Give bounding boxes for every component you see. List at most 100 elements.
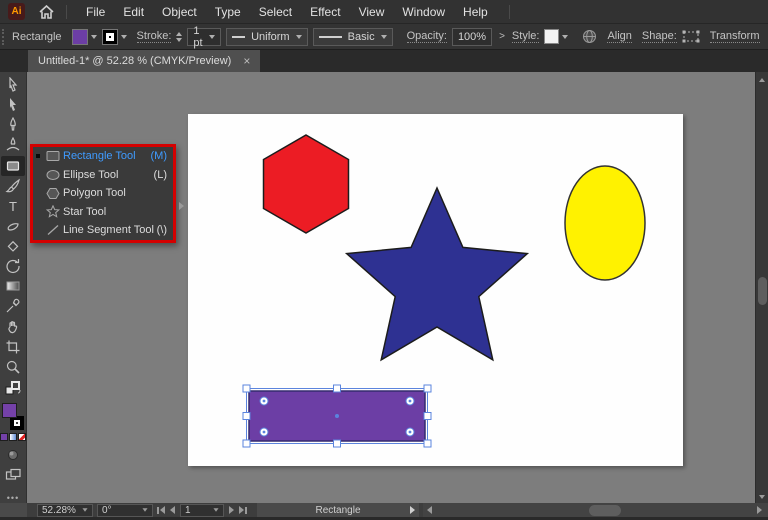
style-control[interactable] [544,29,568,44]
flyout-item-polygon-tool[interactable]: Polygon Tool [33,184,173,203]
opacity-more-button[interactable]: > [497,31,507,42]
canvas-area[interactable]: Rectangle Tool (M) Ellipse Tool (L) Poly… [27,72,755,503]
pen-tool-icon[interactable] [1,115,25,135]
chevron-down-icon[interactable] [296,35,302,39]
gradient-tool-icon[interactable] [1,276,25,296]
width-profile-dropdown[interactable]: Uniform [226,28,308,46]
pencil-tool-icon[interactable] [1,216,25,236]
menu-view[interactable]: View [350,0,394,24]
selection-tool-icon[interactable] [1,75,25,95]
chevron-down-icon[interactable] [91,35,97,39]
horizontal-scroll-thumb[interactable] [589,505,621,516]
selection-handle[interactable] [424,385,431,392]
paintbrush-tool-icon[interactable] [1,176,25,196]
type-tool-icon[interactable]: T [1,196,25,216]
chevron-down-icon[interactable] [381,35,387,39]
shape-ellipse[interactable] [565,166,645,280]
flyout-item-ellipse-tool[interactable]: Ellipse Tool (L) [33,166,173,185]
swap-fill-stroke-icon[interactable] [1,379,25,399]
menu-effect[interactable]: Effect [301,0,349,24]
flyout-item-rectangle-tool[interactable]: Rectangle Tool (M) [33,147,173,166]
previous-artboard-button[interactable] [170,506,175,514]
opacity-field[interactable]: 100% [452,28,492,46]
scroll-down-icon[interactable] [759,495,765,499]
opacity-panel-link[interactable]: Opacity: [407,30,447,43]
chevron-down-icon[interactable] [82,508,87,511]
menu-edit[interactable]: Edit [114,0,153,24]
chevron-down-icon[interactable] [213,508,218,511]
fill-color-swatch[interactable] [72,29,88,45]
zoom-level-dropdown[interactable]: 52.28% [37,504,93,517]
rectangle-tool-icon[interactable] [1,156,25,176]
hand-tool-icon[interactable] [1,317,25,337]
document-tab[interactable]: Untitled-1* @ 52.28 % (CMYK/Preview) × [28,50,260,72]
selection-handle[interactable] [243,385,250,392]
fill-indicator[interactable] [2,403,17,418]
chevron-down-icon[interactable] [209,35,215,39]
none-button[interactable] [18,433,26,441]
menu-select[interactable]: Select [250,0,301,24]
stroke-panel-link[interactable]: Stroke: [137,30,172,43]
stroke-color-control[interactable] [102,29,127,45]
close-icon[interactable]: × [243,55,250,67]
fill-stroke-indicator[interactable] [1,403,25,430]
stroke-weight-field[interactable]: 1 pt [187,28,220,46]
stroke-color-swatch[interactable] [102,29,118,45]
selection-handle[interactable] [424,440,431,447]
scroll-up-icon[interactable] [759,78,765,82]
rotation-dropdown[interactable]: 0° [97,504,153,517]
shape-panel-link[interactable]: Shape: [642,30,677,43]
color-button[interactable] [0,433,8,441]
gradient-button[interactable] [9,433,17,441]
menu-file[interactable]: File [77,0,114,24]
eraser-tool-icon[interactable] [1,236,25,256]
vertical-scroll-thumb[interactable] [758,277,767,305]
style-panel-link[interactable]: Style: [512,30,540,43]
selection-handle[interactable] [334,440,341,447]
curvature-tool-icon[interactable] [1,135,25,155]
selection-handle[interactable] [243,440,250,447]
chevron-down-icon[interactable] [142,508,147,511]
horizontal-scrollbar[interactable] [423,503,768,517]
menu-type[interactable]: Type [206,0,250,24]
status-menu-arrow-icon[interactable] [410,506,415,514]
style-swatch[interactable] [544,29,559,44]
artboard-number-dropdown[interactable]: 1 [180,504,224,517]
menu-window[interactable]: Window [393,0,454,24]
chevron-down-icon[interactable] [562,35,568,39]
shape-hexagon[interactable] [264,135,349,233]
shape-widget-icon[interactable] [682,30,700,43]
drawing-modes-icon[interactable] [1,445,25,465]
artboard-tool-icon[interactable] [1,337,25,357]
next-artboard-button[interactable] [229,506,234,514]
home-icon[interactable] [39,5,54,19]
scroll-left-icon[interactable] [427,506,432,514]
panel-grip-icon[interactable] [2,29,4,45]
zoom-tool-icon[interactable] [1,357,25,377]
flyout-tearoff-arrow-icon[interactable] [179,202,184,210]
chevron-down-icon[interactable] [121,35,127,39]
align-panel-link[interactable]: Align [607,30,631,43]
eyedropper-tool-icon[interactable] [1,296,25,316]
selection-handle[interactable] [334,385,341,392]
transform-panel-link[interactable]: Transform [710,30,760,43]
document-setup-globe-icon[interactable] [582,29,597,44]
fill-color-control[interactable] [72,29,97,45]
menu-object[interactable]: Object [153,0,206,24]
shape-star[interactable] [347,188,528,360]
flyout-item-star-tool[interactable]: Star Tool [33,203,173,222]
vertical-scrollbar[interactable] [755,72,768,503]
stroke-weight-stepper[interactable] [176,32,182,42]
last-artboard-button[interactable] [239,506,247,514]
scroll-right-icon[interactable] [757,506,762,514]
brush-dropdown[interactable]: Basic [313,28,393,46]
rotate-tool-icon[interactable] [1,256,25,276]
direct-selection-tool-icon[interactable] [1,95,25,115]
more-tools-button[interactable]: ••• [7,493,19,503]
selection-handle[interactable] [424,413,431,420]
flyout-item-line-segment-tool[interactable]: Line Segment Tool (\) [33,221,173,240]
screen-mode-icon[interactable] [1,465,25,485]
selection-handle[interactable] [243,413,250,420]
first-artboard-button[interactable] [157,506,165,514]
menu-help[interactable]: Help [454,0,497,24]
